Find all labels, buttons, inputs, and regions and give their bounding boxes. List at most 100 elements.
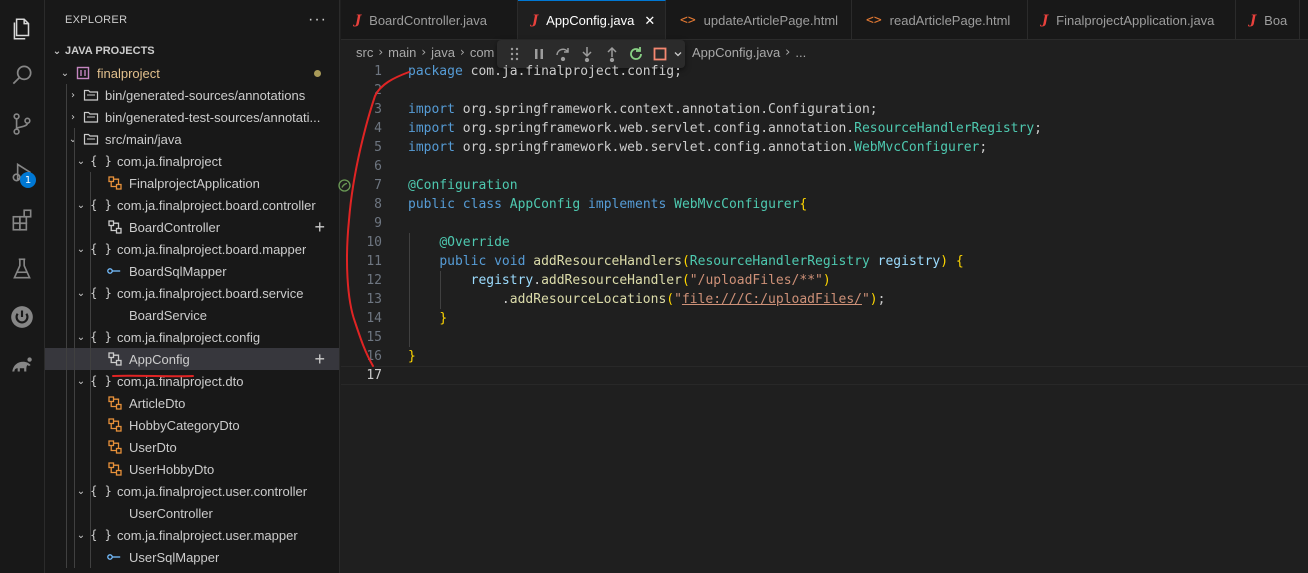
code-editor[interactable]: 1 package com.ja.finalproject.config; 2 3 im… xyxy=(338,62,1308,573)
line-number: 1 xyxy=(374,64,382,79)
tree-item-label: com.ja.finalproject.user.mapper xyxy=(117,527,298,543)
tree-item-label: finalproject xyxy=(97,65,160,81)
chevron-right-icon[interactable]: › xyxy=(65,90,81,101)
code-line[interactable]: 14 } xyxy=(341,309,1308,328)
line-number: 8 xyxy=(374,197,382,212)
spring-bean-icon[interactable] xyxy=(337,178,352,193)
chevron-down-icon[interactable]: ⌄ xyxy=(73,200,89,211)
tree-item-label: UserDto xyxy=(129,439,177,455)
code-text: package com.ja.finalproject.config; xyxy=(408,64,682,79)
code-line[interactable]: 10 @Override xyxy=(341,233,1308,252)
java-projects-section[interactable]: ⌄ JAVA PROJECTS xyxy=(45,40,339,62)
tab-label: AppConfig.java xyxy=(546,13,635,28)
tree-folder[interactable]: › bin/generated-test-sources/annotati... xyxy=(45,106,339,128)
line-number: 11 xyxy=(366,254,382,269)
code-line[interactable]: 16} xyxy=(341,347,1308,366)
package-icon: { } xyxy=(90,330,112,344)
line-number: 3 xyxy=(374,102,382,117)
package-icon: { } xyxy=(90,528,112,542)
code-line[interactable]: 8 public class AppConfig implements WebMv… xyxy=(341,195,1308,214)
breadcrumb-item[interactable]: src xyxy=(356,45,373,60)
tab-label: Boa xyxy=(1264,12,1288,28)
chevron-down-icon[interactable]: ⌄ xyxy=(73,156,89,167)
tree-folder[interactable]: ⌄ src/main/java xyxy=(45,128,339,150)
editor-tab[interactable]: <> updateArticlePage.html xyxy=(666,0,852,39)
line-number: 6 xyxy=(374,159,382,174)
tab-label: BoardController.java xyxy=(369,12,487,28)
breadcrumb-item[interactable]: java xyxy=(431,45,455,60)
code-text: public void addResourceHandlers(Resource… xyxy=(439,254,964,269)
breadcrumb-item[interactable]: com xyxy=(470,45,495,60)
class-icon xyxy=(105,462,125,476)
chevron-right-icon: › xyxy=(460,45,465,59)
chevron-down-icon[interactable]: ⌄ xyxy=(73,288,89,299)
code-text: .addResourceLocations("file:///C:/upload… xyxy=(408,292,886,307)
breadcrumb-file[interactable]: AppConfig.java xyxy=(692,45,780,60)
testing-icon[interactable] xyxy=(8,255,36,283)
tree-item-label: ArticleDto xyxy=(129,395,186,411)
java-file-icon: J xyxy=(1042,12,1049,28)
editor-tab[interactable]: J Boa xyxy=(1236,0,1301,39)
tree-item-label: com.ja.finalproject.board.mapper xyxy=(117,241,307,257)
search-icon[interactable] xyxy=(8,61,36,89)
line-number: 2 xyxy=(374,83,382,98)
tab-label: readArticlePage.html xyxy=(889,12,1011,28)
project-icon xyxy=(73,66,93,80)
explorer-sidebar: EXPLORER ··· ⌄ JAVA PROJECTS ⌄ finalproje… xyxy=(45,0,340,573)
code-line[interactable]: 3 import org.springframework.context.anno… xyxy=(341,100,1308,119)
html-file-icon: <> xyxy=(680,12,696,28)
more-actions-icon[interactable]: ··· xyxy=(308,11,327,29)
chevron-down-icon[interactable]: ⌄ xyxy=(73,486,89,497)
chevron-right-icon[interactable]: › xyxy=(65,112,81,123)
tree-item-label: BoardService xyxy=(129,307,208,323)
extensions-icon[interactable] xyxy=(8,206,36,234)
chevron-right-icon: › xyxy=(785,44,791,60)
chevron-down-icon: ⌄ xyxy=(52,45,62,57)
chevron-down-icon[interactable]: ⌄ xyxy=(57,68,73,79)
tree-folder[interactable]: ⌄ finalproject xyxy=(45,62,339,84)
editor-tab[interactable]: J FinalprojectApplication.java xyxy=(1028,0,1236,39)
source-control-icon[interactable] xyxy=(8,110,36,138)
editor-tab[interactable]: <> readArticlePage.html xyxy=(852,0,1028,39)
tab-bar: J BoardController.java J AppConfig.java ✕ <> u… xyxy=(341,0,1308,40)
code-text: import org.springframework.web.servlet.c… xyxy=(408,121,1042,136)
section-title: JAVA PROJECTS xyxy=(65,45,155,57)
add-icon[interactable]: + xyxy=(314,216,325,238)
tree-folder[interactable]: › bin/generated-sources/annotations xyxy=(45,84,339,106)
code-line[interactable]: 6 xyxy=(341,157,1308,176)
line-number: 14 xyxy=(366,311,382,326)
explorer-icon[interactable] xyxy=(8,15,36,43)
code-line[interactable]: 7 @Configuration xyxy=(338,176,1308,195)
package-icon: { } xyxy=(90,154,112,168)
chevron-down-icon[interactable]: ⌄ xyxy=(65,134,81,145)
interface-icon xyxy=(105,552,125,562)
code-line[interactable]: 9 xyxy=(341,214,1308,233)
gradle-icon[interactable] xyxy=(8,351,36,379)
close-icon[interactable]: ✕ xyxy=(644,13,655,29)
breadcrumb-symbol[interactable]: ... xyxy=(795,45,806,60)
code-line[interactable]: 4 import org.springframework.web.servlet.… xyxy=(341,119,1308,138)
chevron-down-icon[interactable]: ⌄ xyxy=(73,244,89,255)
chevron-down-icon[interactable]: ⌄ xyxy=(73,376,89,387)
code-line[interactable]: 1 package com.ja.finalproject.config; xyxy=(341,62,1308,81)
code-line[interactable]: 11 public void addResourceHandlers(Resou… xyxy=(341,252,1308,271)
code-line[interactable]: 2 xyxy=(341,81,1308,100)
tree-item-label: com.ja.finalproject.board.controller xyxy=(117,197,316,213)
breadcrumb-item[interactable]: main xyxy=(388,45,416,60)
tree-item-label: UserSqlMapper xyxy=(129,549,220,565)
tree-package[interactable]: ⌄{ } com.ja.finalproject xyxy=(45,150,339,172)
spring-boot-icon[interactable] xyxy=(8,303,36,331)
code-line[interactable]: 12 registry.addResourceHandler("/uploadF… xyxy=(341,271,1308,290)
tree-item-label: HobbyCategoryDto xyxy=(129,417,240,433)
chevron-down-icon[interactable]: ⌄ xyxy=(73,530,89,541)
tree-indent-guide xyxy=(74,128,75,568)
code-line[interactable]: 13 .addResourceLocations("file:///C:/upl… xyxy=(341,290,1308,309)
editor-tab[interactable]: J BoardController.java xyxy=(341,0,518,39)
editor-tab[interactable]: J AppConfig.java ✕ xyxy=(518,0,666,39)
java-file-icon: J xyxy=(355,12,362,28)
code-line[interactable]: 5 import org.springframework.web.servlet.… xyxy=(341,138,1308,157)
code-line[interactable]: 15 xyxy=(341,328,1308,347)
add-icon[interactable]: + xyxy=(314,348,325,370)
chevron-down-icon[interactable]: ⌄ xyxy=(73,332,89,343)
code-line[interactable]: 17 xyxy=(341,366,1308,385)
